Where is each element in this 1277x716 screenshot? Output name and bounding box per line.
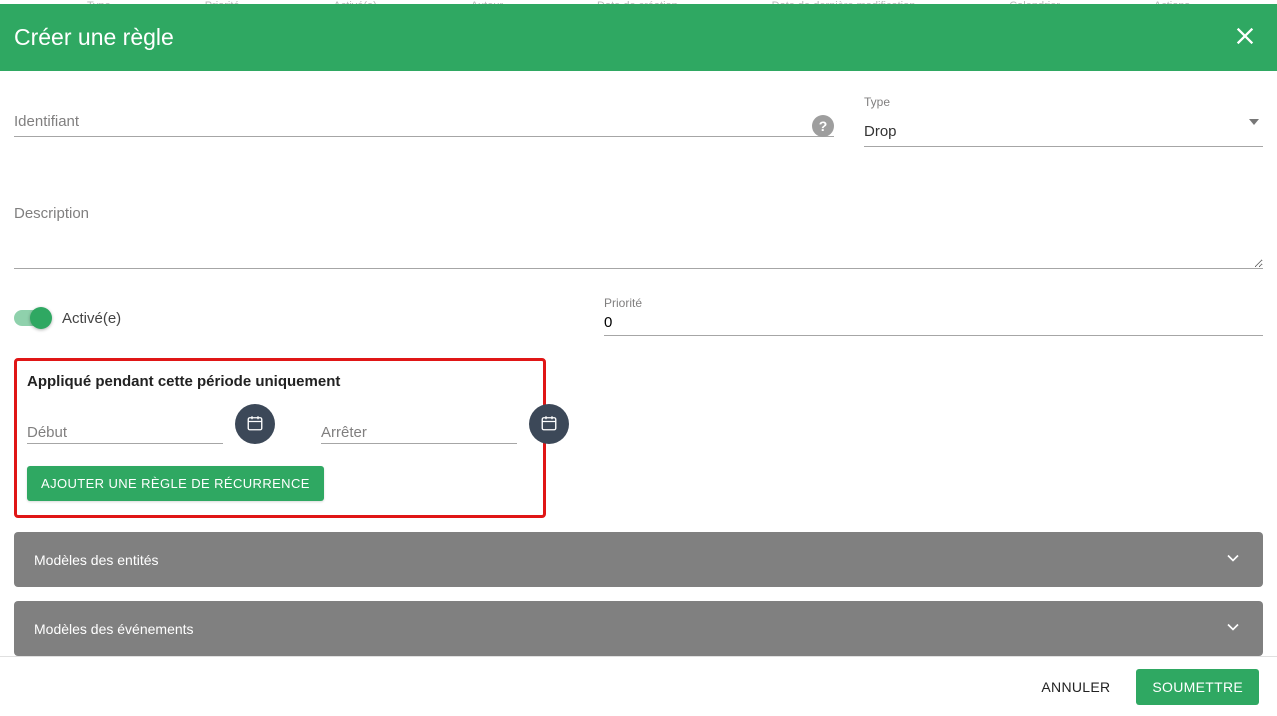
- start-input[interactable]: [27, 404, 223, 444]
- type-label: Type: [864, 95, 890, 109]
- chevron-down-icon: [1223, 548, 1243, 571]
- period-title: Appliqué pendant cette période uniquemen…: [27, 373, 533, 390]
- cancel-button[interactable]: ANNULER: [1029, 669, 1122, 705]
- enabled-col: Activé(e): [14, 310, 574, 327]
- modal-body: Identifiant ? Type Drop Description Acti…: [0, 71, 1277, 656]
- priority-field: Priorité: [604, 300, 1263, 336]
- date-row: Début Arrêter: [27, 404, 533, 444]
- close-icon: [1234, 25, 1256, 50]
- type-value: Drop: [864, 123, 897, 140]
- row-enabled-priority: Activé(e) Priorité: [14, 300, 1263, 336]
- modal-footer: ANNULER SOUMETTRE: [0, 656, 1277, 716]
- enabled-label: Activé(e): [62, 310, 121, 327]
- close-button[interactable]: [1231, 24, 1259, 52]
- add-recurrence-button[interactable]: AJOUTER UNE RÈGLE DE RÉCURRENCE: [27, 466, 324, 501]
- identifier-field: Identifiant ?: [14, 85, 834, 147]
- calendar-icon: [246, 414, 264, 435]
- enabled-toggle-wrap: Activé(e): [14, 310, 574, 327]
- calendar-icon: [540, 414, 558, 435]
- type-select[interactable]: Drop: [864, 99, 1263, 147]
- modal-title: Créer une règle: [14, 24, 174, 51]
- row-id-type: Identifiant ? Type Drop: [14, 85, 1263, 147]
- submit-button[interactable]: SOUMETTRE: [1136, 669, 1259, 705]
- enabled-toggle[interactable]: [14, 310, 50, 326]
- modal-header: Créer une règle: [0, 4, 1277, 71]
- help-icon[interactable]: ?: [812, 115, 834, 137]
- stop-date-picker-button[interactable]: [529, 404, 569, 444]
- identifier-input[interactable]: [14, 85, 834, 137]
- start-date-picker-button[interactable]: [235, 404, 275, 444]
- period-highlight-box: Appliqué pendant cette période uniquemen…: [14, 358, 546, 518]
- entities-models-expander[interactable]: Modèles des entités: [14, 532, 1263, 587]
- entities-models-label: Modèles des entités: [34, 552, 159, 568]
- description-textarea[interactable]: [14, 177, 1263, 269]
- stop-input[interactable]: [321, 404, 517, 444]
- start-date-field: Début: [27, 404, 275, 444]
- description-field: Description: [14, 177, 1263, 274]
- priority-label: Priorité: [604, 296, 642, 310]
- type-field: Type Drop: [864, 85, 1263, 147]
- stop-date-field: Arrêter: [321, 404, 569, 444]
- priority-input[interactable]: [604, 300, 1263, 336]
- events-models-expander[interactable]: Modèles des événements: [14, 601, 1263, 656]
- events-models-label: Modèles des événements: [34, 621, 194, 637]
- chevron-down-icon: [1223, 617, 1243, 640]
